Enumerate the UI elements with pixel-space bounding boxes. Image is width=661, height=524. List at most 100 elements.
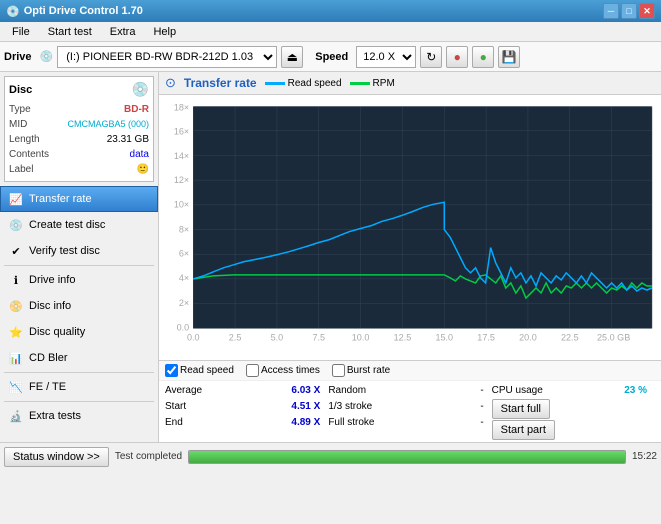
save-button[interactable]: 💾 — [498, 46, 520, 68]
btn1[interactable]: ● — [446, 46, 468, 68]
type-value: BD-R — [124, 102, 149, 117]
svg-text:14×: 14× — [174, 151, 189, 161]
cpu-usage-row: CPU usage 23 % — [492, 383, 655, 398]
read-speed-checkbox-label[interactable]: Read speed — [165, 364, 234, 377]
random-row: Random - — [328, 383, 491, 398]
end-value: 4.89 X — [291, 415, 320, 430]
read-speed-legend: Read speed — [265, 78, 342, 89]
svg-text:18×: 18× — [174, 103, 189, 113]
menu-start-test[interactable]: Start test — [40, 24, 100, 40]
disc-panel: Disc 💿 Type BD-R MID CMCMAGBA5 (000) Len… — [4, 76, 154, 182]
sidebar: Disc 💿 Type BD-R MID CMCMAGBA5 (000) Len… — [0, 72, 159, 442]
full-stroke-label: Full stroke — [328, 415, 374, 430]
rpm-legend: RPM — [350, 78, 395, 89]
verify-test-disc-label: Verify test disc — [29, 245, 100, 257]
rpm-legend-label: RPM — [373, 78, 395, 89]
btn2[interactable]: ● — [472, 46, 494, 68]
cpu-usage-label: CPU usage — [492, 383, 543, 398]
burst-rate-checkbox-label[interactable]: Burst rate — [332, 364, 390, 377]
eject-button[interactable]: ⏏ — [281, 46, 303, 68]
app-icon: 💿 — [6, 5, 20, 18]
length-label: Length — [9, 132, 40, 147]
full-stroke-value: - — [480, 415, 483, 430]
burst-rate-checkbox[interactable] — [332, 364, 345, 377]
verify-test-disc-icon: ✔ — [9, 244, 23, 258]
label-label: Label — [9, 162, 33, 177]
content-area: ⊙ Transfer rate Read speed RPM — [159, 72, 661, 442]
access-times-checkbox-text: Access times — [261, 365, 320, 376]
drive-info-icon: ℹ — [9, 273, 23, 287]
progress-bar — [188, 450, 626, 464]
svg-text:17.5: 17.5 — [477, 332, 495, 342]
minimize-button[interactable]: ─ — [603, 3, 619, 19]
start-full-button[interactable]: Start full — [492, 399, 550, 419]
menu-help[interactable]: Help — [145, 24, 184, 40]
svg-text:5.0: 5.0 — [271, 332, 284, 342]
status-text: Test completed — [115, 451, 182, 462]
sidebar-item-cd-bler[interactable]: 📊 CD Bler — [0, 345, 158, 371]
length-value: 23.31 GB — [107, 132, 149, 147]
read-speed-checkbox[interactable] — [165, 364, 178, 377]
start-row: Start 4.51 X — [165, 399, 328, 414]
drive-select[interactable]: (I:) PIONEER BD-RW BDR-212D 1.03 — [57, 46, 277, 68]
rpm-legend-color — [350, 82, 370, 85]
sidebar-item-create-test-disc[interactable]: 💿 Create test disc — [0, 212, 158, 238]
drive-toolbar: Drive 💿 (I:) PIONEER BD-RW BDR-212D 1.03… — [0, 42, 661, 72]
full-stroke-row: Full stroke - — [328, 415, 491, 430]
sidebar-item-disc-info[interactable]: 📀 Disc info — [0, 293, 158, 319]
access-times-checkbox[interactable] — [246, 364, 259, 377]
end-row: End 4.89 X — [165, 415, 328, 430]
time-display: 15:22 — [632, 451, 657, 462]
mid-value: CMCMAGBA5 (000) — [67, 117, 149, 132]
disc-info-label: Disc info — [29, 300, 71, 312]
disc-info-icon: 📀 — [9, 299, 23, 313]
svg-text:10×: 10× — [174, 199, 189, 209]
app-title: Opti Drive Control 1.70 — [24, 5, 143, 17]
cd-bler-label: CD Bler — [29, 352, 68, 364]
drive-label: Drive — [4, 51, 32, 63]
transfer-rate-chart: 18× 16× 14× 12× 10× 8× 6× 4× 2× 0.0 0.0 … — [163, 99, 657, 356]
stats-col3: CPU usage 23 % Start full Start part — [492, 383, 655, 440]
sidebar-item-transfer-rate[interactable]: 📈 Transfer rate — [0, 186, 158, 212]
start-value: 4.51 X — [291, 399, 320, 414]
burst-rate-checkbox-text: Burst rate — [347, 365, 390, 376]
menu-extra[interactable]: Extra — [102, 24, 144, 40]
checkboxes-row: Read speed Access times Burst rate — [159, 360, 661, 380]
svg-text:22.5: 22.5 — [561, 332, 579, 342]
svg-text:12.5: 12.5 — [394, 332, 412, 342]
average-value: 6.03 X — [291, 383, 320, 398]
sidebar-item-drive-info[interactable]: ℹ Drive info — [0, 267, 158, 293]
read-speed-legend-color — [265, 82, 285, 85]
read-speed-legend-label: Read speed — [288, 78, 342, 89]
contents-value: data — [130, 147, 149, 162]
maximize-button[interactable]: □ — [621, 3, 637, 19]
stroke13-value: - — [480, 399, 483, 414]
status-window-button[interactable]: Status window >> — [4, 447, 109, 467]
stroke13-label: 1/3 stroke — [328, 399, 372, 414]
label-value: 🙂 — [137, 162, 149, 177]
svg-text:25.0 GB: 25.0 GB — [597, 332, 630, 342]
random-label: Random — [328, 383, 366, 398]
sidebar-item-fe-te[interactable]: 📉 FE / TE — [0, 374, 158, 400]
svg-text:7.5: 7.5 — [312, 332, 325, 342]
drive-icon: 💿 — [40, 50, 54, 63]
mid-label: MID — [9, 117, 27, 132]
start-part-button[interactable]: Start part — [492, 420, 555, 440]
speed-select[interactable]: 12.0 X Max 8.0 X 6.0 X 4.0 X 2.0 X — [356, 46, 416, 68]
start-full-row: Start full — [492, 399, 655, 419]
menu-file[interactable]: File — [4, 24, 38, 40]
sidebar-item-verify-test-disc[interactable]: ✔ Verify test disc — [0, 238, 158, 264]
sidebar-item-disc-quality[interactable]: ⭐ Disc quality — [0, 319, 158, 345]
sidebar-item-extra-tests[interactable]: 🔬 Extra tests — [0, 403, 158, 429]
svg-text:12×: 12× — [174, 175, 189, 185]
disc-quality-icon: ⭐ — [9, 325, 23, 339]
refresh-button[interactable]: ↻ — [420, 46, 442, 68]
chart-container: 18× 16× 14× 12× 10× 8× 6× 4× 2× 0.0 0.0 … — [159, 95, 661, 360]
create-test-disc-label: Create test disc — [29, 219, 105, 231]
title-bar: 💿 Opti Drive Control 1.70 ─ □ ✕ — [0, 0, 661, 22]
close-button[interactable]: ✕ — [639, 3, 655, 19]
drive-info-label: Drive info — [29, 274, 75, 286]
end-label: End — [165, 415, 183, 430]
access-times-checkbox-label[interactable]: Access times — [246, 364, 320, 377]
svg-text:20.0: 20.0 — [519, 332, 537, 342]
